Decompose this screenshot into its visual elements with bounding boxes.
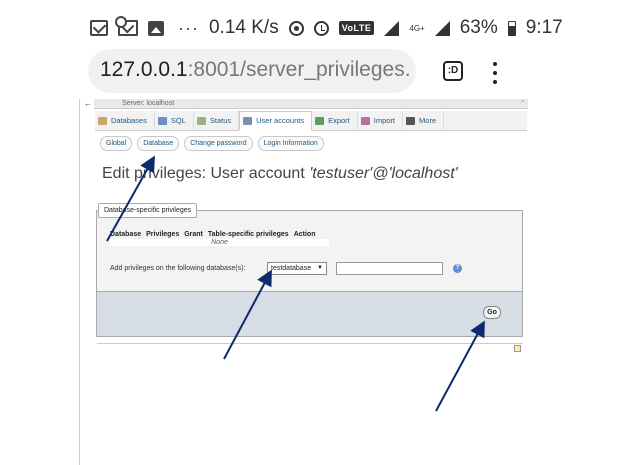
battery-icon [507,20,516,36]
col-database: Database [110,231,142,238]
tab-switcher-button[interactable]: :D [443,61,463,81]
more-notifications-icon: ··· [178,17,199,38]
page-title-user: 'testuser'@'localhost' [309,165,458,182]
alarm-icon [313,20,329,36]
menu-more[interactable]: More [403,111,445,131]
page-title-prefix: Edit privileges: User account [102,165,310,182]
dropdown-caret-icon: ▼ [317,265,323,271]
gmail-notification-icon [115,16,138,36]
database-name-input[interactable] [336,262,443,275]
menu-export[interactable]: Export [312,111,358,131]
menu-user-accounts[interactable]: User accounts [239,111,313,131]
close-icon[interactable]: ⌃ [519,99,526,109]
fieldset-legend: Database-specific privileges [98,203,198,218]
url-text[interactable]: 127.0.0.1:8001/server_privileges. [100,58,411,82]
table-header-row: Database Privileges Grant Table-specific… [110,231,329,238]
col-grant: Grant [184,231,203,238]
signal-icon-2 [434,20,450,36]
sub-tabs: Global Database Change password Login In… [100,136,324,151]
menu-sql[interactable]: SQL [155,111,194,131]
help-icon[interactable]: ? [453,264,462,273]
subtab-database[interactable]: Database [137,136,180,151]
subtab-global[interactable]: Global [100,136,133,151]
database-select-value: testdatabase [271,265,312,272]
network-speed: 0.14 K/s [208,17,279,38]
menu-status[interactable]: Status [194,111,240,131]
sql-icon [157,117,167,125]
databases-icon [98,117,107,125]
hotspot-icon [288,20,304,36]
notification-icons: ··· 0.14 K/s VoLTE 4G+ 63% 9:17 [90,14,563,42]
clock: 9:17 [525,17,563,38]
mail-icon [90,20,108,36]
battery-percent: 63% [459,17,498,38]
divider [97,343,523,344]
add-privileges-label: Add privileges on the following database… [110,265,246,272]
database-select[interactable]: testdatabase ▼ [267,262,327,275]
menu-label: User accounts [256,116,305,125]
menu-label: Status [209,116,232,125]
menu-label: Export [328,116,350,125]
console-icon[interactable] [514,345,521,352]
network-type: 4G+ [409,23,425,33]
table-row: None [110,239,329,246]
browser-menu-icon[interactable] [490,60,500,84]
status-bar: ··· 0.14 K/s VoLTE 4G+ 63% 9:17 [0,0,629,56]
page-title: Edit privileges: User account 'testuser'… [102,165,458,183]
screen: { "status_bar": { "speed": "0.14 K/s", "… [0,0,629,465]
col-privileges: Privileges [146,231,180,238]
subtab-login-information[interactable]: Login Information [257,136,324,151]
pma-breadcrumb: ← Server: localhost ⌃ [84,99,528,109]
users-icon [243,117,253,125]
subtab-change-password[interactable]: Change password [184,136,253,151]
menu-databases[interactable]: Databases [95,111,155,131]
menu-label: SQL [170,116,186,125]
go-button[interactable]: Go [483,306,501,319]
pma-content: ← Server: localhost ⌃ Databases SQL Status… [79,99,529,465]
col-action: Action [293,231,316,238]
url-path: :8001/server_privileges. [187,58,411,81]
col-table-specific: Table-specific privileges [207,231,289,238]
form-footer [97,291,522,336]
export-icon [315,117,325,125]
privileges-table: Database Privileges Grant Table-specific… [110,231,329,246]
import-icon [360,117,370,125]
signal-icon [384,20,400,36]
menu-label: More [419,116,437,125]
status-icon [196,117,206,125]
url-bar[interactable]: 127.0.0.1:8001/server_privileges. [88,49,416,93]
top-menu: Databases SQL Status User accounts Export Imp… [95,111,527,131]
image-icon [148,20,164,36]
server-title[interactable]: Server: localhost [122,100,174,107]
volte-badge: VoLTE [338,21,375,35]
url-host: 127.0.0.1 [100,58,188,81]
collapse-arrow-icon[interactable]: ← [84,99,92,109]
menu-label: Import [373,116,396,125]
menu-import[interactable]: Import [358,111,404,131]
menu-label: Databases [111,116,147,125]
chevron-down-icon [406,117,416,125]
